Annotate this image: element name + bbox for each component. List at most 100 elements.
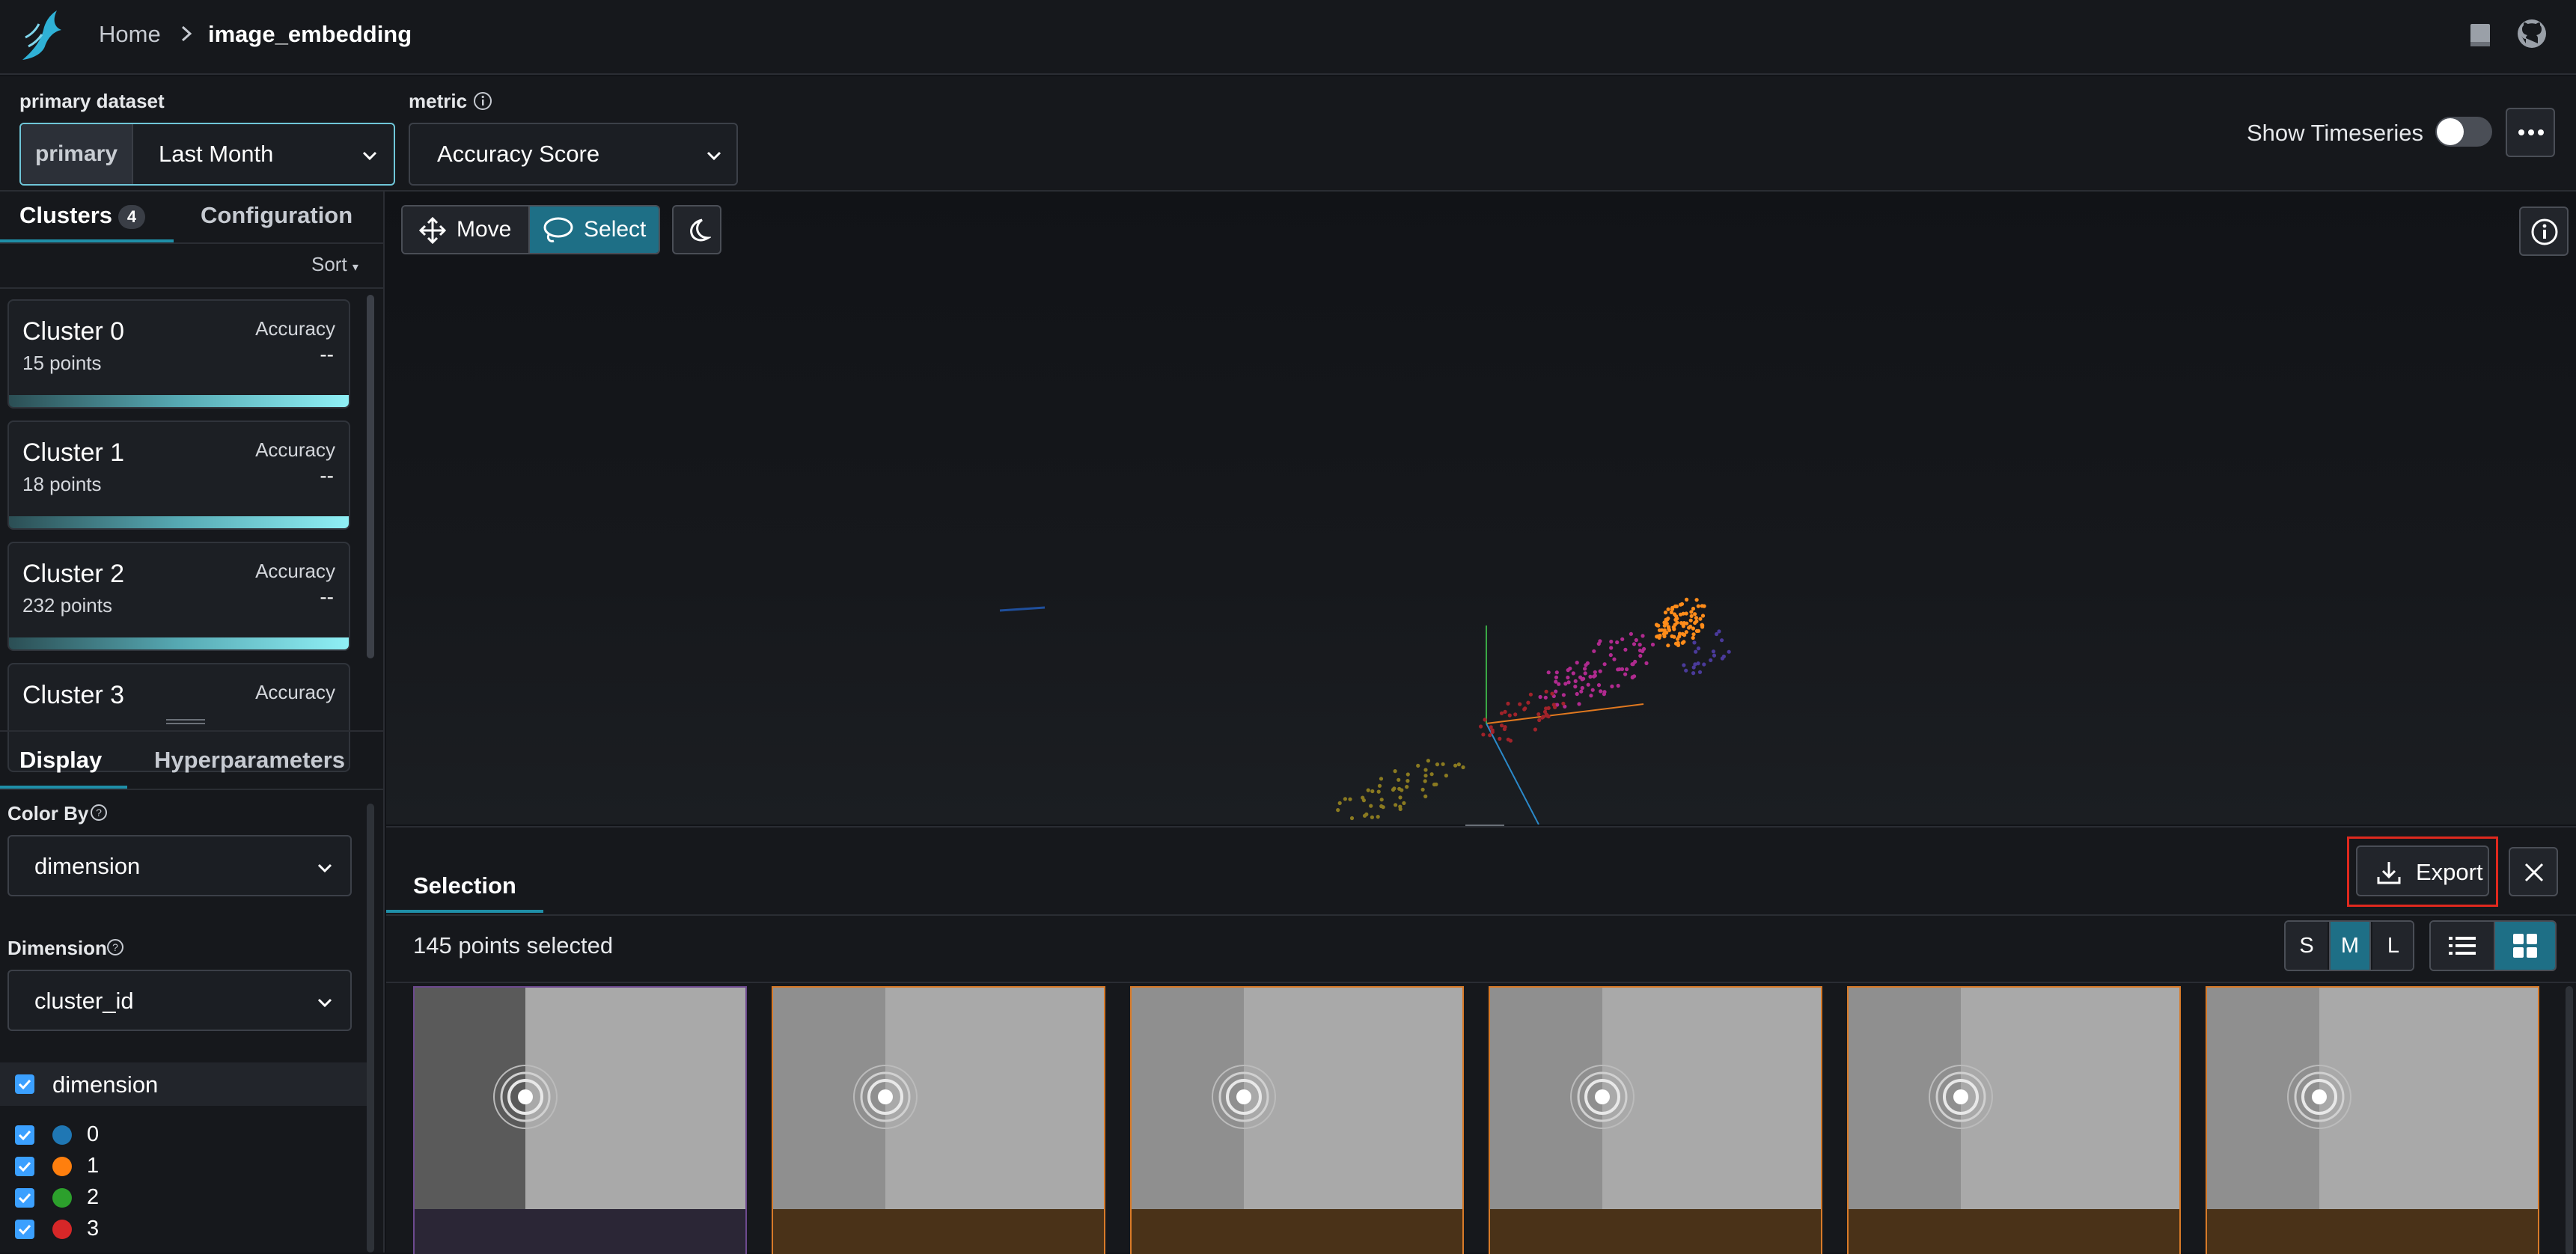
data-point[interactable] — [1684, 630, 1688, 634]
data-point[interactable] — [1583, 671, 1587, 676]
data-point[interactable] — [1543, 695, 1548, 700]
data-point[interactable] — [1434, 782, 1438, 786]
data-point[interactable] — [1691, 635, 1695, 640]
phoenix-logo-icon[interactable] — [18, 7, 66, 64]
data-point[interactable] — [1544, 689, 1548, 694]
data-point[interactable] — [1682, 663, 1686, 667]
legend-checkbox[interactable] — [15, 1220, 34, 1239]
data-point[interactable] — [1679, 602, 1683, 607]
data-point[interactable] — [1608, 652, 1613, 658]
data-point[interactable] — [1598, 639, 1602, 643]
image-thumbnail[interactable] — [413, 986, 747, 1254]
data-point[interactable] — [1610, 684, 1614, 689]
data-point[interactable] — [1590, 688, 1595, 692]
legend-item[interactable]: 0 — [0, 1119, 367, 1149]
data-point[interactable] — [1693, 612, 1697, 617]
data-point[interactable] — [1630, 662, 1635, 667]
data-point[interactable] — [1681, 611, 1685, 616]
data-point[interactable] — [1518, 702, 1522, 706]
data-point[interactable] — [1397, 777, 1401, 782]
list-view-button[interactable] — [2431, 922, 2494, 970]
legend-all-checkbox[interactable] — [15, 1074, 34, 1094]
color-by-select[interactable]: dimension — [7, 835, 352, 896]
data-point[interactable] — [1416, 763, 1420, 768]
data-point[interactable] — [1394, 803, 1398, 807]
data-point[interactable] — [1616, 683, 1620, 688]
data-point[interactable] — [1657, 628, 1662, 632]
theme-toggle-button[interactable] — [672, 205, 721, 254]
data-point[interactable] — [1702, 662, 1706, 667]
scrollbar[interactable] — [367, 804, 374, 1253]
data-point[interactable] — [1672, 634, 1676, 639]
data-point[interactable] — [1709, 658, 1713, 663]
size-medium-button[interactable]: M — [2329, 922, 2371, 970]
data-point[interactable] — [1634, 637, 1638, 643]
data-point[interactable] — [1691, 665, 1696, 670]
data-point[interactable] — [1435, 762, 1440, 767]
data-point[interactable] — [1673, 623, 1677, 627]
data-point[interactable] — [1429, 772, 1434, 777]
data-point[interactable] — [1528, 692, 1533, 697]
legend-checkbox[interactable] — [15, 1188, 34, 1208]
data-point[interactable] — [1685, 597, 1689, 602]
data-point[interactable] — [1398, 804, 1403, 809]
sort-button[interactable]: Sort ▾ — [311, 253, 358, 276]
data-point[interactable] — [1717, 629, 1721, 634]
data-point[interactable] — [1536, 712, 1541, 717]
data-point[interactable] — [1666, 607, 1670, 611]
data-point[interactable] — [1369, 804, 1373, 808]
data-point[interactable] — [1586, 682, 1590, 687]
data-point[interactable] — [1680, 631, 1685, 636]
legend-item[interactable]: 2 — [0, 1182, 367, 1212]
data-point[interactable] — [1620, 667, 1625, 672]
close-selection-button[interactable] — [2509, 847, 2558, 896]
info-button[interactable] — [2519, 207, 2569, 256]
data-point[interactable] — [1571, 671, 1575, 676]
data-point[interactable] — [1479, 724, 1483, 729]
data-point[interactable] — [1420, 787, 1425, 792]
data-point[interactable] — [1554, 675, 1559, 679]
data-point[interactable] — [1642, 646, 1646, 651]
tab-selection[interactable]: Selection — [413, 872, 516, 899]
data-point[interactable] — [1573, 679, 1578, 684]
data-point[interactable] — [1544, 706, 1548, 711]
data-point[interactable] — [1575, 691, 1579, 697]
data-point[interactable] — [1596, 683, 1602, 688]
data-point[interactable] — [1405, 785, 1409, 789]
data-point[interactable] — [1638, 643, 1642, 647]
data-point[interactable] — [1602, 690, 1607, 694]
data-point[interactable] — [1694, 616, 1698, 620]
data-point[interactable] — [1662, 623, 1667, 628]
data-point[interactable] — [1563, 682, 1568, 686]
data-point[interactable] — [1398, 795, 1403, 800]
tab-clusters[interactable]: Clusters — [19, 202, 112, 229]
data-point[interactable] — [1609, 639, 1614, 644]
data-point[interactable] — [1598, 669, 1602, 673]
show-timeseries-toggle[interactable] — [2435, 117, 2492, 147]
data-point[interactable] — [1553, 705, 1557, 709]
data-point[interactable] — [1488, 733, 1492, 738]
data-point[interactable] — [1336, 808, 1340, 813]
data-point[interactable] — [1696, 661, 1700, 666]
data-point[interactable] — [1533, 727, 1537, 732]
data-point[interactable] — [1644, 661, 1649, 666]
data-point[interactable] — [1526, 700, 1530, 705]
data-point[interactable] — [1461, 765, 1465, 770]
image-thumbnail[interactable] — [772, 986, 1105, 1254]
data-point[interactable] — [1721, 654, 1726, 659]
data-point[interactable] — [1616, 667, 1620, 672]
data-point[interactable] — [1638, 653, 1643, 658]
data-point[interactable] — [1405, 772, 1410, 777]
data-point[interactable] — [1640, 634, 1645, 638]
data-point[interactable] — [1711, 649, 1716, 654]
help-icon[interactable]: ? — [106, 938, 124, 956]
more-options-button[interactable] — [2506, 108, 2555, 157]
data-point[interactable] — [1720, 638, 1724, 643]
help-icon[interactable]: ? — [90, 804, 108, 822]
data-point[interactable] — [1366, 788, 1370, 792]
data-point[interactable] — [1500, 724, 1504, 728]
data-point[interactable] — [1632, 642, 1637, 646]
data-point[interactable] — [1691, 632, 1696, 637]
data-point[interactable] — [1426, 759, 1430, 763]
data-point[interactable] — [1664, 631, 1669, 635]
